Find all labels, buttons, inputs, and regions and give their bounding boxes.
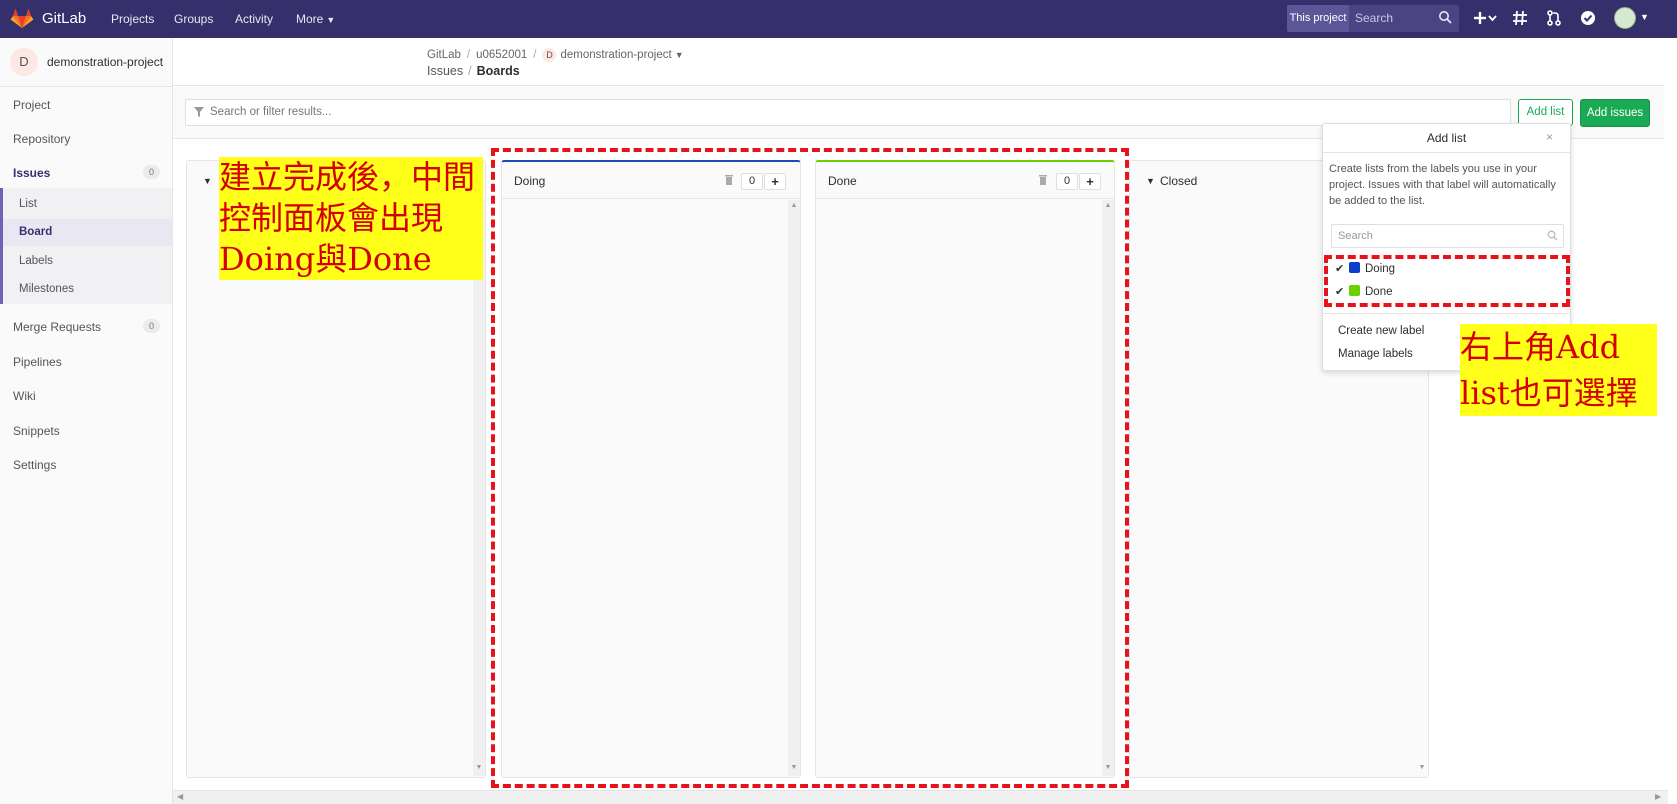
sidebar-divider: [0, 86, 172, 87]
annotation-note-right: 右上角Add list也可選擇: [1460, 324, 1657, 416]
caret-down-icon[interactable]: ▼: [1146, 176, 1155, 186]
sidebar-subitem-board[interactable]: Board: [19, 226, 52, 238]
vertical-scrollbar[interactable]: [1664, 38, 1677, 790]
sidebar-subitem-list[interactable]: List: [19, 198, 37, 210]
add-issues-button[interactable]: Add issues: [1580, 99, 1650, 127]
filter-icon: [194, 106, 204, 117]
search-icon: [1438, 10, 1452, 24]
breadcrumb-gitlab[interactable]: GitLab: [427, 49, 461, 61]
column-title-closed: Closed: [1160, 174, 1198, 188]
issues-count-badge: 0: [143, 165, 160, 179]
add-list-button[interactable]: Add list: [1518, 99, 1573, 126]
sidebar-item-issues[interactable]: Issues: [13, 166, 50, 180]
sidebar-item-project[interactable]: Project: [13, 98, 50, 112]
breadcrumb-boards[interactable]: Boards: [477, 64, 520, 78]
nav-activity[interactable]: Activity: [235, 12, 273, 26]
search-icon: [1547, 230, 1558, 241]
label-search-input[interactable]: Search: [1331, 224, 1564, 248]
caret-down-icon[interactable]: ▼: [203, 176, 212, 186]
breadcrumb-project-avatar: D: [542, 48, 557, 62]
sidebar-subitem-milestones[interactable]: Milestones: [19, 283, 74, 295]
nav-more[interactable]: More ▼: [296, 12, 335, 26]
gitlab-logo-icon[interactable]: [10, 7, 34, 29]
scroll-down-icon[interactable]: ▼: [1416, 764, 1428, 771]
gitlab-brand[interactable]: GitLab: [42, 10, 86, 27]
scroll-right-icon[interactable]: ▶: [1655, 792, 1661, 801]
chevron-down-icon: ▼: [326, 15, 336, 25]
page-title: Issues / Boards: [427, 64, 520, 78]
annotation-dashed-box-labels: [1324, 255, 1570, 307]
sidebar-item-wiki[interactable]: Wiki: [13, 389, 36, 403]
breadcrumb-bar: [173, 38, 1677, 86]
dropdown-description: Create lists from the labels you use in …: [1329, 163, 1556, 207]
nav-groups[interactable]: Groups: [174, 12, 213, 26]
todo-check-icon[interactable]: [1579, 9, 1599, 29]
horizontal-scrollbar[interactable]: [173, 790, 1668, 804]
nav-projects[interactable]: Projects: [111, 12, 154, 26]
breadcrumb-issues[interactable]: Issues: [427, 64, 463, 78]
merge-request-icon[interactable]: [1545, 9, 1565, 29]
annotation-dashed-box-columns: [491, 148, 1129, 788]
chevron-down-icon[interactable]: ▼: [1640, 12, 1649, 22]
user-avatar[interactable]: [1614, 7, 1636, 29]
breadcrumb-user[interactable]: u0652001: [476, 49, 527, 61]
sidebar-item-merge-requests[interactable]: Merge Requests: [13, 320, 101, 334]
breadcrumb: GitLab / u0652001/Ddemonstration-project ▼: [427, 48, 684, 62]
annotation-note-left: 建立完成後，中間控制面板會出現Doing與Done: [219, 157, 483, 280]
project-avatar[interactable]: D: [10, 48, 38, 76]
filter-search-input[interactable]: Search or filter results...: [185, 99, 1511, 126]
merge-requests-count-badge: 0: [143, 319, 160, 333]
sidebar-item-pipelines[interactable]: Pipelines: [13, 355, 62, 369]
chevron-down-icon[interactable]: ▼: [675, 50, 684, 60]
close-icon[interactable]: ×: [1546, 130, 1553, 144]
sidebar-item-repository[interactable]: Repository: [13, 132, 70, 146]
manage-labels-link[interactable]: Manage labels: [1338, 348, 1413, 360]
column-scrollbar[interactable]: [473, 200, 485, 776]
sidebar: [0, 38, 173, 804]
dropdown-divider: [1323, 152, 1570, 153]
sidebar-project-name[interactable]: demonstration-project: [47, 55, 163, 69]
nav-more-label: More: [296, 12, 324, 26]
scroll-left-icon[interactable]: ◀: [177, 792, 183, 801]
breadcrumb-project[interactable]: demonstration-project: [560, 49, 671, 61]
scroll-down-icon[interactable]: ▼: [473, 764, 485, 771]
sidebar-item-snippets[interactable]: Snippets: [13, 424, 60, 438]
hash-icon[interactable]: [1511, 9, 1531, 29]
dropdown-title: Add list: [1426, 131, 1467, 145]
sidebar-subitem-labels[interactable]: Labels: [19, 255, 53, 267]
sidebar-item-settings[interactable]: Settings: [13, 458, 56, 472]
search-scope-badge[interactable]: This project: [1287, 5, 1349, 32]
plus-icon[interactable]: [1473, 9, 1497, 29]
dropdown-divider: [1323, 313, 1570, 314]
create-new-label-link[interactable]: Create new label: [1338, 325, 1424, 337]
